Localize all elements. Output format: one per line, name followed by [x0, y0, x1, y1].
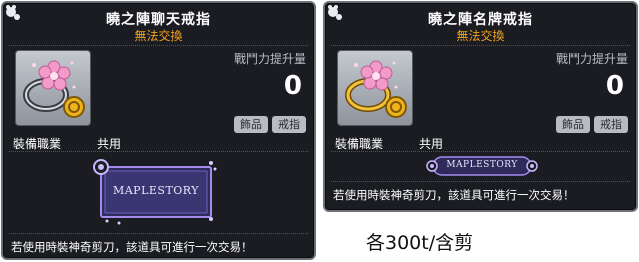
item-icon-box — [337, 50, 413, 126]
item-tags: 飾品 戒指 — [234, 116, 306, 133]
item-name: 曉之陣聊天戒指 — [106, 12, 211, 28]
job-label: 裝備職業 — [335, 137, 384, 151]
job-value: 共用 — [97, 137, 122, 151]
name-tag-text: MAPLESTORY — [446, 160, 518, 170]
item-tooltip-chat-ring: 曉之陣聊天戒指 無法交換 戰鬥力提升量 0 飾品 戒指 裝備職業 共用 MAPL… — [1, 1, 316, 260]
trade-status: 無法交換 — [134, 29, 183, 43]
item-icon-box — [15, 50, 91, 126]
job-row: 裝備職業 共用 — [13, 135, 121, 152]
job-value: 共用 — [419, 137, 444, 151]
separator — [331, 151, 630, 152]
job-row: 裝備職業 共用 — [335, 135, 443, 152]
separator — [9, 233, 308, 234]
name-tag-text: MAPLESTORY — [112, 184, 200, 197]
tag-ring: 戒指 — [272, 116, 306, 133]
tag-ring: 戒指 — [594, 116, 628, 133]
price-caption: 各300t/含剪 — [366, 232, 474, 254]
tag-accessory: 飾品 — [234, 116, 268, 133]
gold-coin-icon — [385, 96, 407, 118]
trade-notice: 若使用時裝神奇剪刀，該道具可進行一次交易！ — [11, 240, 253, 254]
combat-power-value: 0 — [605, 71, 624, 101]
separator — [9, 151, 308, 152]
separator — [331, 45, 630, 46]
combat-power-label: 戰鬥力提升量 — [555, 52, 628, 66]
separator — [9, 45, 308, 46]
gold-coin-icon — [63, 96, 85, 118]
tag-accessory: 飾品 — [556, 116, 590, 133]
trade-status: 無法交換 — [456, 29, 505, 43]
job-label: 裝備職業 — [13, 137, 62, 151]
trade-notice: 若使用時裝神奇剪刀，該道具可進行一次交易！ — [333, 188, 575, 202]
item-tooltip-nametag-ring: 曉之陣名牌戒指 無法交換 戰鬥力提升量 0 飾品 戒指 裝備職業 共用 MAPL… — [323, 1, 638, 212]
separator — [331, 181, 630, 182]
combat-power-value: 0 — [283, 71, 302, 101]
item-name: 曉之陣名牌戒指 — [428, 12, 533, 28]
combat-power-label: 戰鬥力提升量 — [233, 52, 306, 66]
item-tags: 飾品 戒指 — [556, 116, 628, 133]
